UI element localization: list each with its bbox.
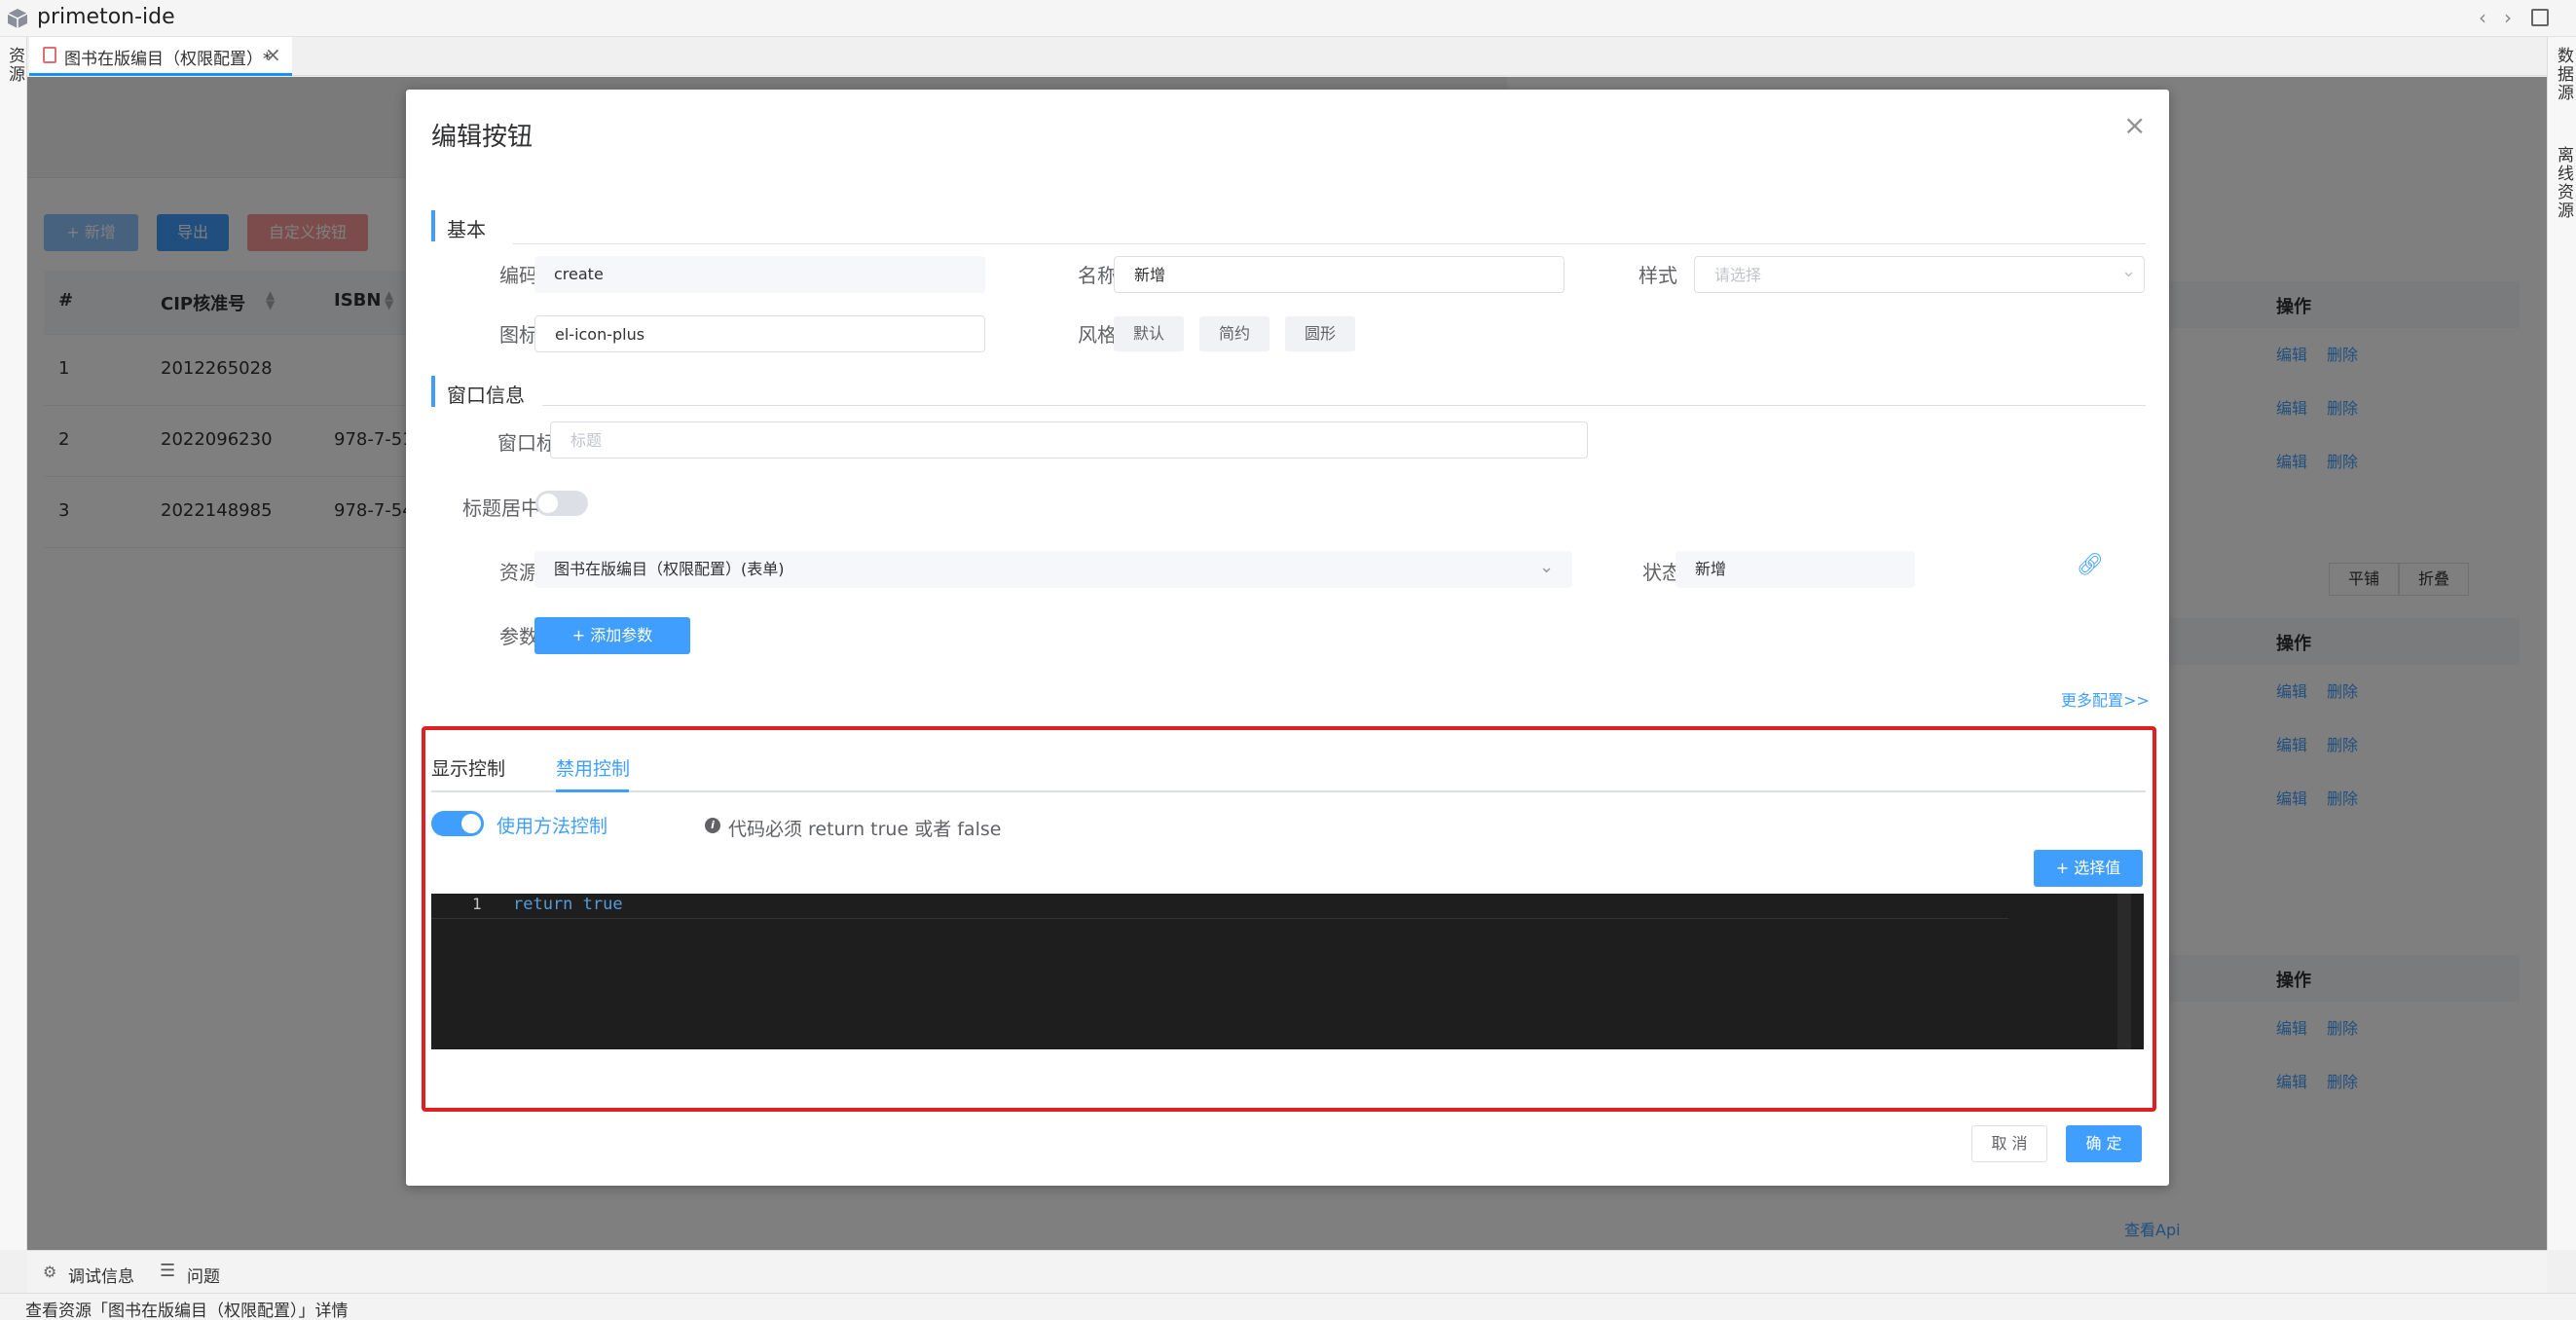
chevron-down-icon: ⌄ bbox=[1539, 557, 1555, 577]
bug-icon: ⚙ bbox=[43, 1263, 57, 1281]
icon-input[interactable]: el-icon-plus bbox=[534, 315, 985, 352]
icon-label: 图标 bbox=[499, 323, 538, 347]
section-basic-bar bbox=[431, 210, 435, 241]
rail-item-resource[interactable]: 资源 bbox=[3, 47, 27, 84]
resource-select[interactable]: 图书在版编目（权限配置）(表单) bbox=[534, 551, 1572, 588]
close-tab-icon[interactable]: × bbox=[265, 43, 281, 66]
state-input[interactable]: 新增 bbox=[1675, 551, 1915, 588]
code-input[interactable]: create bbox=[534, 256, 985, 293]
app-logo-icon bbox=[6, 8, 29, 29]
more-config-link[interactable]: 更多配置>> bbox=[2061, 687, 2150, 711]
chevron-down-icon: ⌄ bbox=[2121, 261, 2137, 281]
left-rail: 资源 bbox=[0, 37, 27, 1250]
param-label: 参数 bbox=[499, 625, 538, 648]
tab-strip bbox=[27, 37, 2547, 76]
problems-tab[interactable]: 问题 bbox=[187, 1263, 220, 1287]
rail-item-offline-resource[interactable]: 离线资源 bbox=[2552, 146, 2576, 220]
theme-label: 风格 bbox=[1078, 323, 1117, 347]
section-basic-title: 基本 bbox=[447, 218, 486, 241]
tab-document[interactable]: 图书在版编目（权限配置）* × bbox=[29, 37, 292, 76]
section-window-title: 窗口信息 bbox=[447, 384, 525, 407]
ok-button[interactable]: 确 定 bbox=[2066, 1125, 2142, 1162]
theme-default-button[interactable]: 默认 bbox=[1114, 316, 1184, 351]
highlight-box bbox=[422, 726, 2156, 1112]
dialog-title: 编辑按钮 bbox=[431, 123, 534, 152]
tab-document-label: 图书在版编目（权限配置）* bbox=[64, 50, 272, 69]
state-label: 状态 bbox=[1642, 561, 1681, 584]
bottom-panel: ⚙ 调试信息 ☰ 问题 bbox=[27, 1250, 2547, 1293]
theme-round-button[interactable]: 圆形 bbox=[1285, 316, 1355, 351]
theme-simple-button[interactable]: 简约 bbox=[1199, 316, 1270, 351]
document-icon bbox=[43, 47, 56, 63]
edit-button-dialog: 编辑按钮 × 基本 编码 create 名称 新增 样式 请选择 ⌄ 图标 el… bbox=[406, 90, 2169, 1186]
list-icon: ☰ bbox=[160, 1261, 176, 1281]
status-bar: 查看资源「图书在版编目（权限配置）」详情 bbox=[0, 1293, 2576, 1320]
name-input[interactable]: 新增 bbox=[1114, 256, 1564, 293]
style-label: 样式 bbox=[1638, 264, 1677, 287]
status-text: 查看资源「图书在版编目（权限配置）」详情 bbox=[25, 1302, 349, 1320]
link-icon[interactable]: 🔗︎ bbox=[2077, 553, 2104, 577]
nav-forward-icon[interactable]: › bbox=[2504, 6, 2512, 29]
rail-item-datasource[interactable]: 数据源 bbox=[2552, 47, 2576, 102]
switch-knob bbox=[538, 494, 558, 513]
code-label: 编码 bbox=[499, 264, 538, 287]
divider bbox=[542, 405, 2146, 406]
save-icon[interactable] bbox=[2531, 9, 2549, 26]
nav-back-icon[interactable]: ‹ bbox=[2479, 6, 2486, 29]
app-title: primeton-ide bbox=[37, 5, 175, 29]
title-bar bbox=[0, 0, 2576, 37]
divider bbox=[513, 243, 2146, 244]
window-title-input[interactable]: 标题 bbox=[550, 422, 1588, 458]
name-label: 名称 bbox=[1078, 264, 1117, 287]
center-title-switch[interactable] bbox=[535, 491, 588, 516]
debug-info-tab[interactable]: 调试信息 bbox=[68, 1263, 134, 1287]
style-select[interactable]: 请选择 bbox=[1694, 256, 2145, 293]
resource-label: 资源 bbox=[499, 561, 538, 584]
section-window-bar bbox=[431, 376, 435, 407]
center-title-label: 标题居中 bbox=[462, 496, 540, 520]
add-param-button[interactable]: + 添加参数 bbox=[534, 617, 690, 654]
right-rail: 数据源 离线资源 bbox=[2547, 37, 2576, 1250]
cancel-button[interactable]: 取 消 bbox=[1971, 1125, 2047, 1162]
close-icon[interactable]: × bbox=[2123, 109, 2146, 141]
